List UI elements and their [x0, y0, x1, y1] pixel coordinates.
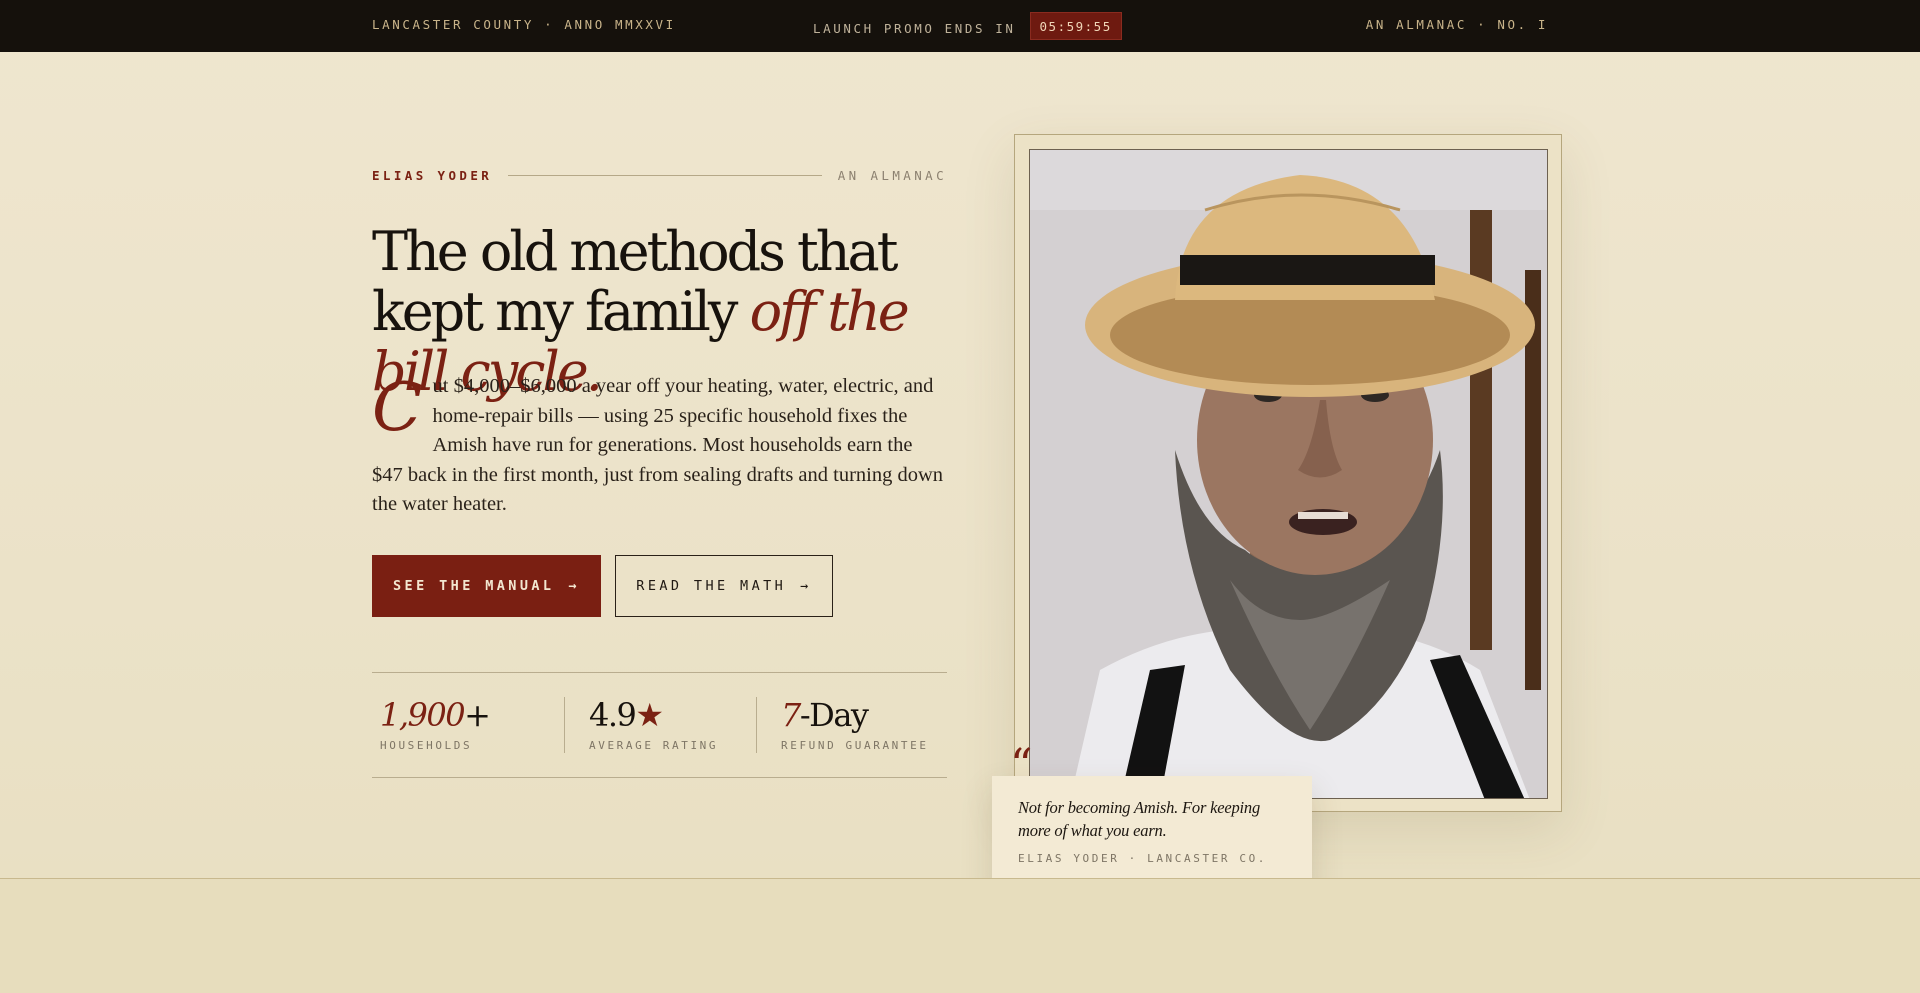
stat-rating: 4.9★ AVERAGE RATING	[589, 697, 718, 752]
stat-label: HOUSEHOLDS	[380, 739, 473, 752]
author-portrait	[1029, 149, 1548, 799]
lede-paragraph: Cut $4,000–$6,000 a year off your heatin…	[372, 372, 947, 520]
stat-value: 4.9	[589, 696, 637, 734]
testimonial-card: Not for becoming Amish. For keeping more…	[992, 776, 1312, 892]
arrow-right-icon: →	[568, 578, 580, 594]
star-icon: ★	[635, 696, 664, 734]
portrait-illustration	[1030, 150, 1547, 798]
read-math-label: READ THE MATH	[636, 578, 787, 594]
hero-section: ELIAS YODER AN ALMANAC The old methods t…	[0, 52, 1920, 892]
see-manual-button[interactable]: SEE THE MANUAL →	[372, 555, 601, 617]
stat-suffix: -Day	[799, 696, 869, 734]
eyebrow-tag: AN ALMANAC	[837, 168, 947, 183]
lede-text: ut $4,000–$6,000 a year off your heating…	[372, 375, 944, 515]
topbar-edition: AN ALMANAC · NO. I	[1365, 17, 1548, 32]
eyebrow-author: ELIAS YODER	[372, 168, 493, 183]
stats-strip: 1,900+ HOUSEHOLDS 4.9★ AVERAGE RATING 7-…	[372, 672, 947, 778]
promo-label: LAUNCH PROMO ENDS IN	[813, 21, 1016, 36]
stat-households: 1,900+ HOUSEHOLDS	[380, 696, 491, 752]
see-manual-label: SEE THE MANUAL	[393, 578, 555, 594]
arrow-right-icon: →	[800, 578, 812, 594]
stat-value: 7	[781, 696, 801, 734]
quote-text: Not for becoming Amish. For keeping more…	[1018, 798, 1260, 840]
stat-label: AVERAGE RATING	[589, 739, 719, 752]
quote-attribution: ELIAS YODER · LANCASTER CO.	[1018, 852, 1268, 865]
next-section-band	[0, 878, 1920, 993]
stat-divider	[564, 697, 565, 753]
top-announcement-bar: LANCASTER COUNTY · ANNO MMXXVI LAUNCH PR…	[0, 0, 1920, 52]
stat-suffix: +	[464, 696, 491, 734]
stat-label: REFUND GUARANTEE	[781, 739, 929, 752]
eyebrow-divider	[508, 175, 822, 176]
eyebrow: ELIAS YODER AN ALMANAC	[372, 168, 947, 183]
portrait-frame	[1014, 134, 1562, 812]
countdown-timer: 05:59:55	[1029, 12, 1122, 40]
stat-divider	[756, 697, 757, 753]
stat-value: 1,900	[380, 696, 466, 734]
promo-countdown: LAUNCH PROMO ENDS IN 05:59:55	[813, 12, 1122, 40]
stat-guarantee: 7-Day REFUND GUARANTEE	[781, 697, 929, 752]
topbar-location: LANCASTER COUNTY · ANNO MMXXVI	[372, 17, 676, 32]
drop-cap: C	[372, 369, 423, 446]
read-math-button[interactable]: READ THE MATH →	[615, 555, 833, 617]
